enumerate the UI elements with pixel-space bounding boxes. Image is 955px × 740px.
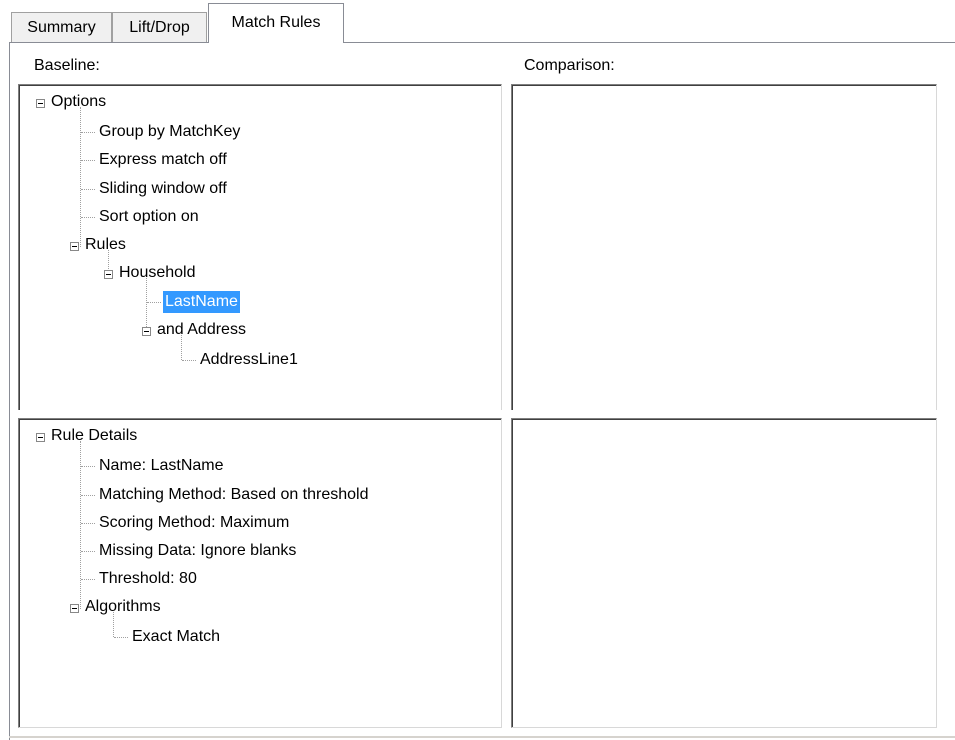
tab-match-rules[interactable]: Match Rules	[208, 3, 344, 43]
baseline-options-tree[interactable]: Options Group by MatchKey Express match …	[18, 84, 502, 410]
tree-connector	[147, 302, 161, 303]
baseline-label: Baseline:	[34, 57, 100, 74]
tree-node-options[interactable]: Options	[49, 91, 108, 113]
tree-node-algorithms[interactable]: Algorithms	[83, 596, 163, 618]
tree-connector	[81, 217, 95, 218]
tree-connector	[81, 551, 95, 552]
tab-lift-drop[interactable]: Lift/Drop	[112, 12, 207, 42]
tree-connector	[81, 523, 95, 524]
tree-node-express-match[interactable]: Express match off	[97, 149, 229, 171]
tree-node-household[interactable]: Household	[117, 262, 198, 284]
tree-connector	[81, 466, 95, 467]
tree-node-lastname[interactable]: LastName	[163, 291, 240, 313]
comparison-label: Comparison:	[524, 57, 615, 74]
tree-connector	[146, 278, 147, 331]
tree-node-name[interactable]: Name: LastName	[97, 455, 226, 477]
tab-summary[interactable]: Summary	[11, 12, 112, 42]
comparison-options-tree[interactable]	[511, 84, 937, 410]
tree-connector	[81, 132, 95, 133]
collapse-icon[interactable]	[142, 327, 151, 336]
comparison-rule-details-tree[interactable]	[511, 418, 937, 728]
tree-node-rule-details[interactable]: Rule Details	[49, 425, 139, 447]
tree-connector	[80, 107, 81, 247]
tree-connector	[81, 189, 95, 190]
tree-node-addressline1[interactable]: AddressLine1	[198, 349, 300, 371]
baseline-rule-details-tree[interactable]: Rule Details Name: LastName Matching Met…	[18, 418, 502, 728]
tab-lift-drop-label: Lift/Drop	[129, 19, 190, 36]
tree-node-and-address[interactable]: and Address	[155, 319, 248, 341]
tree-connector	[182, 360, 196, 361]
tab-summary-label: Summary	[27, 19, 96, 36]
tree-connector	[81, 579, 95, 580]
tree-node-matching-method[interactable]: Matching Method: Based on threshold	[97, 484, 371, 506]
collapse-icon[interactable]	[36, 433, 45, 442]
tree-node-rules[interactable]: Rules	[83, 234, 128, 256]
collapse-icon[interactable]	[70, 242, 79, 251]
collapse-icon[interactable]	[70, 604, 79, 613]
tree-connector	[81, 160, 95, 161]
tree-node-sort-option[interactable]: Sort option on	[97, 206, 201, 228]
tree-connector	[81, 495, 95, 496]
tree-node-missing-data[interactable]: Missing Data: Ignore blanks	[97, 540, 298, 562]
tree-node-scoring-method[interactable]: Scoring Method: Maximum	[97, 512, 291, 534]
tree-node-group-by-matchkey[interactable]: Group by MatchKey	[97, 121, 242, 143]
collapse-icon[interactable]	[36, 99, 45, 108]
tab-match-rules-label: Match Rules	[231, 14, 321, 31]
tree-connector	[114, 637, 128, 638]
tree-node-exact-match[interactable]: Exact Match	[130, 626, 222, 648]
tree-node-threshold[interactable]: Threshold: 80	[97, 568, 199, 590]
tab-page-bottom-border	[9, 736, 955, 738]
tree-node-sliding-window[interactable]: Sliding window off	[97, 178, 229, 200]
collapse-icon[interactable]	[104, 270, 113, 279]
